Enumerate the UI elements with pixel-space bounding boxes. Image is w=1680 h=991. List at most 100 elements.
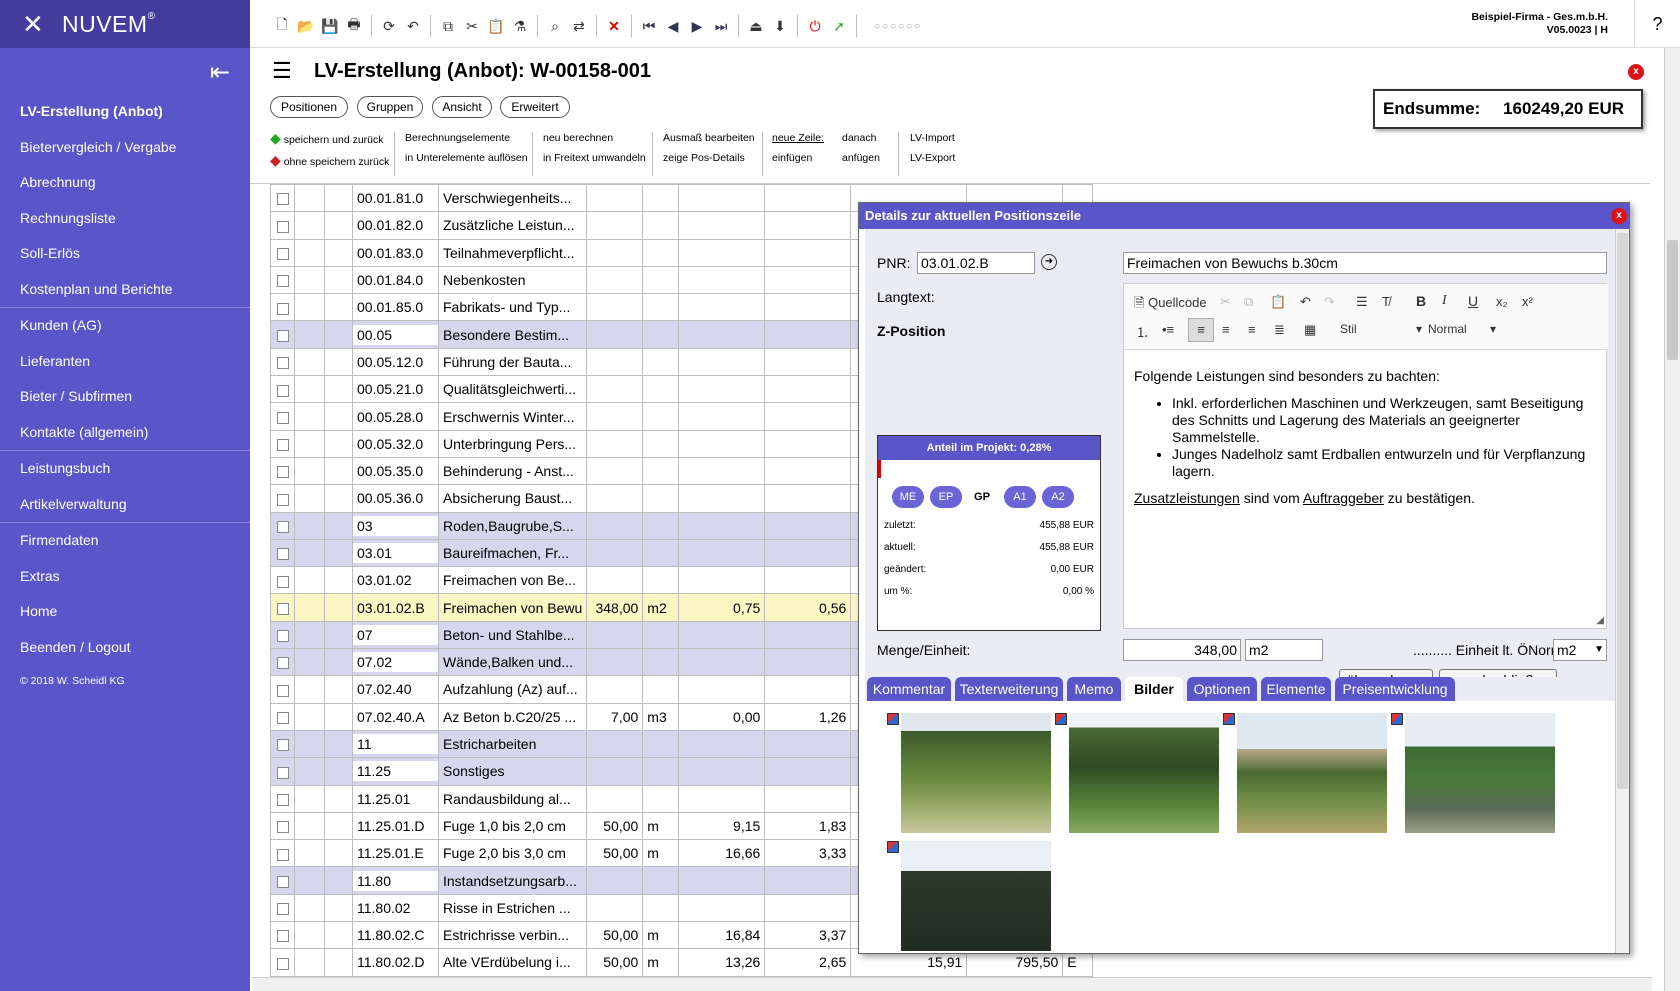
short-text-cell[interactable]: Randausbildung al... — [437, 784, 588, 813]
unit-cell[interactable]: m — [642, 839, 680, 868]
total-price-cell[interactable] — [764, 893, 852, 923]
position-number-cell[interactable]: 00.05 — [352, 320, 439, 349]
unit-cell[interactable] — [642, 375, 680, 404]
dialog-scrollbar-thumb[interactable] — [1617, 233, 1628, 789]
quantity-cell[interactable] — [586, 675, 644, 704]
short-text-cell[interactable]: Verschwiegenheits... — [437, 184, 588, 213]
quantity-cell[interactable] — [586, 293, 644, 322]
total-price-cell[interactable] — [764, 456, 852, 486]
position-number-cell[interactable]: 11.80 — [352, 866, 439, 895]
share-a2-button[interactable]: A2 — [1042, 486, 1074, 508]
quantity-cell[interactable] — [586, 456, 644, 486]
unit-cell[interactable]: m — [642, 948, 680, 977]
unit-cell[interactable] — [642, 511, 680, 540]
quantity-cell[interactable] — [586, 211, 644, 240]
brand[interactable]: ✕ NUVEM® — [0, 0, 250, 48]
row-checkbox[interactable] — [276, 630, 289, 643]
copy-icon[interactable]: ⧉ — [436, 18, 460, 35]
total-price-cell[interactable] — [764, 429, 852, 458]
total-price-cell[interactable] — [764, 757, 852, 786]
short-text-cell[interactable]: Unterbringung Pers... — [437, 429, 588, 458]
short-text-cell[interactable]: Fuge 1,0 bis 2,0 cm — [437, 811, 588, 841]
unit-price-cell[interactable] — [678, 456, 766, 486]
position-number-cell[interactable]: 03 — [352, 511, 439, 540]
row-checkbox[interactable] — [276, 302, 289, 315]
sidebar-item-soll-erloes[interactable]: Soll-Erlös — [0, 236, 250, 272]
help-button[interactable]: ? — [1634, 0, 1680, 48]
position-number-cell[interactable]: 00.05.21.0 — [352, 375, 439, 404]
bullet-list-icon[interactable]: •≡ — [1162, 322, 1174, 337]
image-icon[interactable] — [1223, 713, 1235, 725]
append-row-action[interactable]: anfügen — [842, 152, 880, 164]
unit-price-cell[interactable]: 16,66 — [678, 839, 766, 868]
bold-icon[interactable]: B — [1416, 293, 1426, 309]
image-icon[interactable] — [887, 841, 899, 853]
dialog-scrollbar[interactable] — [1615, 229, 1629, 953]
short-text-cell[interactable]: Erschwernis Winter... — [437, 402, 588, 431]
row-checkbox[interactable] — [276, 875, 289, 888]
row-checkbox[interactable] — [276, 493, 289, 506]
sidebar-item-home[interactable]: Home — [0, 594, 250, 630]
position-number-cell[interactable]: 11.80.02.C — [352, 921, 439, 950]
unit-price-cell[interactable] — [678, 184, 766, 213]
sidebar-item-firmendaten[interactable]: Firmendaten — [0, 523, 250, 559]
tab-gruppen[interactable]: Gruppen — [357, 96, 423, 118]
sidebar-item-extras[interactable]: Extras — [0, 559, 250, 595]
underline-icon[interactable]: U — [1468, 293, 1478, 309]
unit-price-cell[interactable]: 0,00 — [678, 702, 766, 731]
short-text-cell[interactable]: Teilnahmeverpflicht... — [437, 238, 588, 267]
unit-cell[interactable] — [642, 784, 680, 813]
select-all-icon[interactable]: ☰ — [1356, 294, 1368, 310]
sidebar-item-artikelverwaltung[interactable]: Artikelverwaltung — [0, 487, 250, 523]
share-ep-button[interactable]: EP — [930, 486, 962, 508]
collapse-sidebar-icon[interactable]: ⇤ — [210, 58, 230, 87]
short-text-cell[interactable]: Baureifmachen, Fr... — [437, 538, 588, 568]
row-checkbox[interactable] — [276, 357, 289, 370]
row-checkbox[interactable] — [276, 903, 289, 916]
insert-row-action[interactable]: einfügen — [772, 152, 812, 164]
unit-cell[interactable] — [642, 402, 680, 431]
format-select[interactable]: Normal ▾ — [1428, 322, 1498, 336]
short-text-cell[interactable]: Fuge 2,0 bis 3,0 cm — [437, 839, 588, 868]
previous-record-icon[interactable]: ◀ — [661, 18, 685, 35]
row-checkbox[interactable] — [276, 220, 289, 233]
unit-price-cell[interactable]: 9,15 — [678, 811, 766, 841]
short-text-cell[interactable]: Fabrikats- und Typ... — [437, 293, 588, 322]
cut-icon[interactable]: ✂ — [1220, 294, 1231, 310]
unit-price-cell[interactable] — [678, 620, 766, 650]
short-text-cell[interactable]: Estricharbeiten — [437, 729, 588, 759]
row-checkbox[interactable] — [276, 248, 289, 261]
photo-thumbnail[interactable] — [901, 713, 1051, 833]
unit-cell[interactable]: m3 — [642, 702, 680, 731]
style-select[interactable]: Stil ▾ — [1340, 322, 1424, 336]
horizontal-scrollbar[interactable] — [252, 977, 1652, 991]
row-checkbox[interactable] — [276, 766, 289, 779]
unit-price-cell[interactable] — [678, 265, 766, 295]
align-right-icon[interactable]: ≡ — [1248, 322, 1256, 337]
unit-cell[interactable] — [642, 265, 680, 295]
share-a1-button[interactable]: A1 — [1004, 486, 1036, 508]
row-checkbox[interactable] — [276, 193, 289, 206]
unit-cell[interactable] — [642, 429, 680, 458]
position-number-cell[interactable]: 00.01.85.0 — [352, 293, 439, 322]
quantity-cell[interactable] — [586, 648, 644, 677]
row-checkbox[interactable] — [276, 657, 289, 670]
row-checkbox[interactable] — [276, 439, 289, 452]
refresh-icon[interactable]: ⟳ — [377, 18, 401, 35]
next-record-icon[interactable]: ▶ — [685, 18, 709, 35]
position-number-cell[interactable]: 11.80.02.D — [352, 948, 439, 977]
quantity-cell[interactable] — [586, 566, 644, 595]
unit-cell[interactable] — [642, 893, 680, 923]
unit-cell[interactable] — [642, 648, 680, 677]
tab-erweitert[interactable]: Erweitert — [500, 96, 570, 118]
replace-icon[interactable]: ⇄ — [567, 18, 591, 35]
lv-import-action[interactable]: LV-Import — [910, 132, 955, 144]
sidebar-item-bieter[interactable]: Bieter / Subfirmen — [0, 379, 250, 415]
editor-content[interactable]: Folgende Leistungen sind besonders zu ba… — [1134, 368, 1594, 507]
unit-cell[interactable]: m — [642, 811, 680, 841]
sidebar-item-bietervergleich[interactable]: Bietervergleich / Vergabe — [0, 130, 250, 166]
unit-cell[interactable] — [642, 620, 680, 650]
tab-optionen[interactable]: Optionen — [1187, 677, 1257, 701]
position-number-cell[interactable]: 00.05.28.0 — [352, 402, 439, 431]
total-price-cell[interactable] — [764, 320, 852, 349]
